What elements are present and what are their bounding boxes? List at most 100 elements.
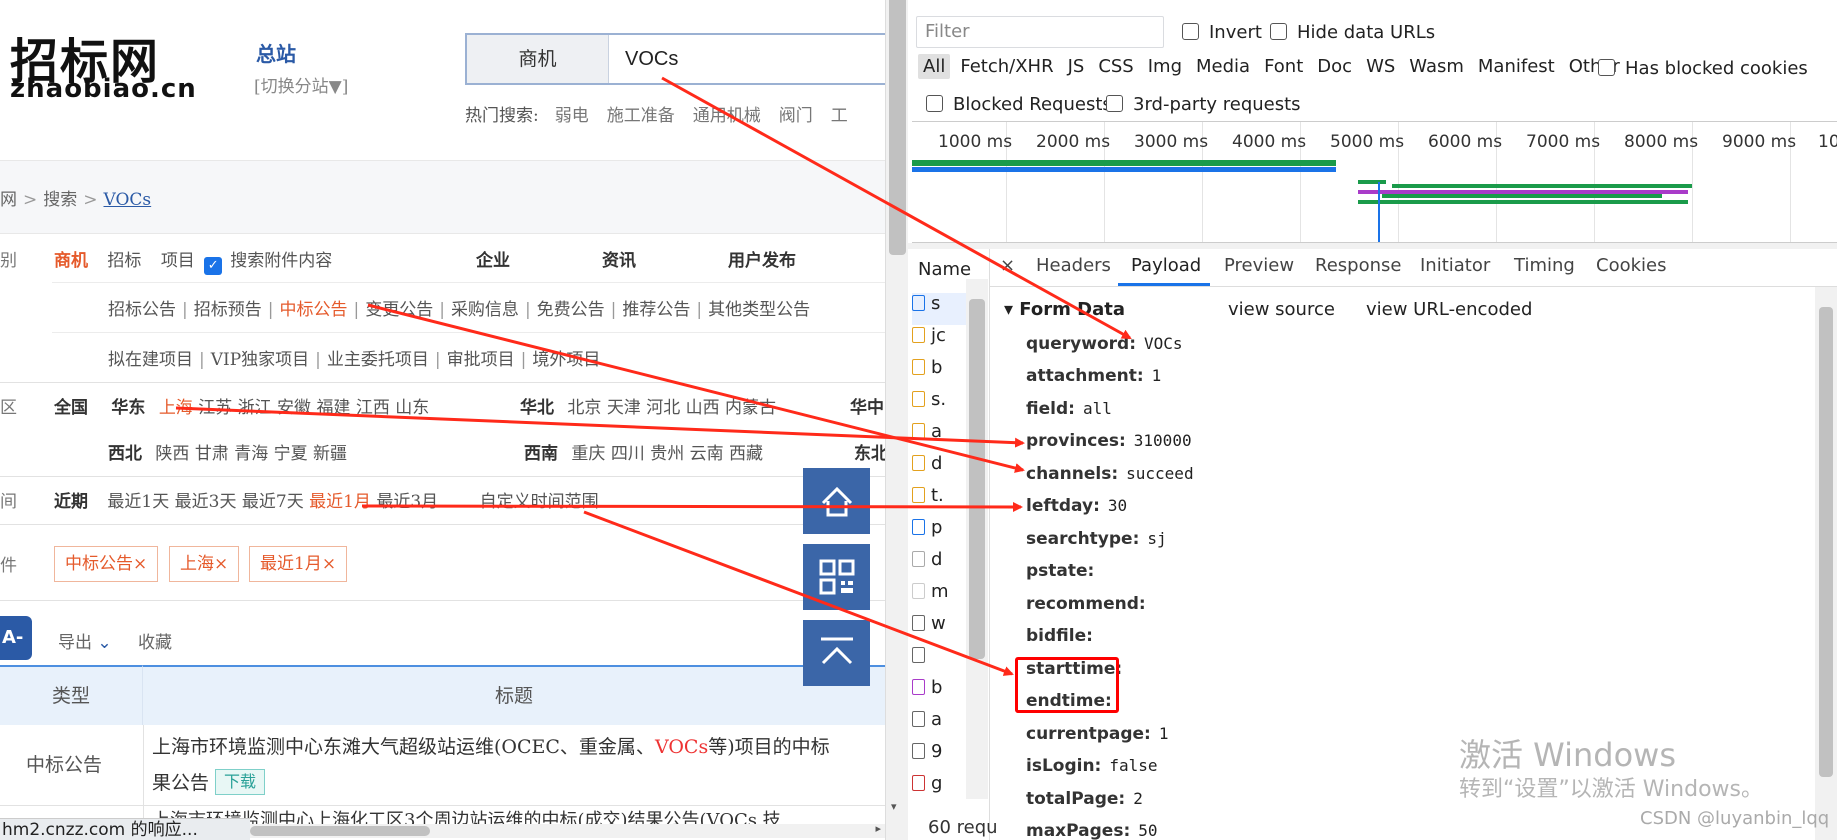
breadcrumb-home[interactable]: 网 (0, 190, 17, 210)
invert-option[interactable]: Invert (1182, 22, 1262, 43)
region-item[interactable]: 云南 (690, 444, 724, 464)
request-row[interactable] (912, 645, 972, 677)
subtype-item[interactable]: 境外项目 (532, 350, 600, 370)
invert-checkbox[interactable] (1182, 23, 1199, 40)
hot-term[interactable]: 工 (831, 106, 848, 126)
hot-term[interactable]: 施工准备 (607, 106, 675, 126)
station-label[interactable]: 总站 (256, 38, 296, 67)
type-filter[interactable]: Manifest (1478, 56, 1555, 77)
blocked-requests-option[interactable]: Blocked Requests (926, 94, 1112, 115)
request-row[interactable]: d (912, 453, 972, 485)
tab-timing[interactable]: Timing (1514, 255, 1575, 276)
search-input[interactable] (625, 35, 885, 83)
type-news[interactable]: 资讯 (602, 246, 636, 271)
home-float-button[interactable] (803, 468, 870, 534)
close-detail-button[interactable]: × (1000, 255, 1015, 276)
tab-response[interactable]: Response (1315, 255, 1401, 276)
request-row[interactable]: jc (912, 325, 972, 357)
view-url-encoded-link[interactable]: view URL-encoded (1366, 299, 1532, 320)
breadcrumb-current[interactable]: VOCs (104, 190, 152, 210)
subtype-item[interactable]: 业主委托项目 (327, 350, 429, 370)
filter-input[interactable]: Filter (916, 16, 1164, 48)
hide-data-urls-option[interactable]: Hide data URLs (1270, 22, 1435, 43)
region-item[interactable]: 青海 (234, 444, 268, 464)
region-item[interactable]: 北京 (567, 398, 601, 418)
hot-term[interactable]: 阀门 (779, 106, 813, 126)
back-to-top-button[interactable] (803, 620, 870, 686)
subtype-item[interactable]: 推荐公告 (622, 300, 690, 320)
request-row[interactable]: 9 (912, 741, 972, 773)
subtype-item[interactable]: 审批项目 (447, 350, 515, 370)
font-size-button[interactable]: A- (0, 616, 32, 660)
region-item[interactable]: 西藏 (729, 444, 763, 464)
subtype-item[interactable]: VIP独家项目 (211, 350, 309, 370)
time-item[interactable]: 最近3天 (175, 492, 237, 512)
type-user-publish[interactable]: 用户发布 (728, 246, 796, 271)
type-filter[interactable]: Font (1264, 56, 1303, 77)
region-item[interactable]: 福建 (316, 398, 350, 418)
time-item[interactable]: 最近7天 (242, 492, 304, 512)
filter-tag[interactable]: 上海× (169, 546, 240, 582)
export-dropdown[interactable]: 导出 ⌄ (58, 628, 112, 653)
region-item[interactable]: 内蒙古 (725, 398, 776, 418)
payload-scrollbar[interactable] (1815, 287, 1837, 840)
third-party-checkbox[interactable] (1106, 95, 1123, 112)
custom-time-range-link[interactable]: 自定义时间范围 (480, 492, 599, 512)
subtype-item[interactable]: 变更公告 (365, 300, 433, 320)
name-scrollbar[interactable] (966, 279, 988, 799)
type-enterprise[interactable]: 企业 (476, 246, 510, 271)
request-row[interactable]: w (912, 613, 972, 645)
subtype-item[interactable]: 免费公告 (537, 300, 605, 320)
subtype-item[interactable]: 招标预告 (194, 300, 262, 320)
site-horizontal-scrollbar[interactable]: ▸ (250, 822, 885, 838)
network-timeline[interactable]: 1000 ms 2000 ms 3000 ms 4000 ms 5000 ms … (912, 121, 1837, 243)
filter-tag[interactable]: 最近1月× (249, 546, 348, 582)
third-party-option[interactable]: 3rd-party requests (1106, 94, 1301, 115)
request-row[interactable]: s (912, 293, 972, 325)
request-row[interactable]: a (912, 709, 972, 741)
region-item[interactable]: 贵州 (650, 444, 684, 464)
region-item[interactable]: 陕西 (155, 444, 189, 464)
region-item[interactable]: 甘肃 (195, 444, 229, 464)
region-item[interactable]: 天津 (607, 398, 641, 418)
region-item[interactable]: 河北 (646, 398, 680, 418)
collect-link[interactable]: 收藏 (138, 628, 172, 653)
form-data-header[interactable]: ▾ Form Data (1004, 299, 1125, 320)
time-item[interactable]: 最近3月 (376, 492, 438, 512)
region-item[interactable]: 浙江 (238, 398, 272, 418)
request-row[interactable]: b (912, 357, 972, 389)
region-all[interactable]: 全国 (54, 398, 88, 418)
type-filter[interactable]: Media (1196, 56, 1250, 77)
type-filter[interactable]: JS (1068, 56, 1085, 77)
region-item-active[interactable]: 上海 (159, 398, 193, 418)
type-filter[interactable]: Doc (1317, 56, 1352, 77)
request-row[interactable]: g (912, 773, 972, 805)
hide-data-urls-checkbox[interactable] (1270, 23, 1287, 40)
request-row[interactable]: b (912, 677, 972, 709)
subtype-item[interactable]: 招标公告 (108, 300, 176, 320)
region-item[interactable]: 安徽 (277, 398, 311, 418)
row-title[interactable]: 上海市环境监测中心东滩大气超级站运维(OCEC、重金属、VOCs等)项目的中标 (152, 732, 830, 759)
request-row[interactable]: d (912, 549, 972, 581)
region-item[interactable]: 新疆 (313, 444, 347, 464)
type-filter[interactable]: Fetch/XHR (960, 56, 1053, 77)
tab-headers[interactable]: Headers (1036, 255, 1111, 276)
tab-initiator[interactable]: Initiator (1420, 255, 1490, 276)
tab-payload[interactable]: Payload (1131, 255, 1201, 276)
request-row[interactable]: a (912, 421, 972, 453)
attach-checkbox[interactable]: ✓ (204, 257, 223, 275)
region-item[interactable]: 江苏 (198, 398, 232, 418)
qrcode-float-button[interactable] (803, 544, 870, 610)
view-source-link[interactable]: view source (1228, 299, 1335, 320)
breadcrumb-search[interactable]: 搜索 (43, 190, 77, 210)
region-item[interactable]: 宁夏 (274, 444, 308, 464)
tab-preview[interactable]: Preview (1224, 255, 1294, 276)
type-item[interactable]: 项目 (161, 251, 195, 271)
request-row[interactable]: p (912, 517, 972, 549)
has-blocked-cookies-checkbox[interactable] (1598, 59, 1615, 76)
has-blocked-cookies-option[interactable]: Has blocked cookies (1598, 58, 1808, 79)
request-row[interactable]: s. (912, 389, 972, 421)
request-row[interactable]: m (912, 581, 972, 613)
subtype-item[interactable]: 其他类型公告 (708, 300, 810, 320)
type-filter[interactable]: Img (1148, 56, 1182, 77)
